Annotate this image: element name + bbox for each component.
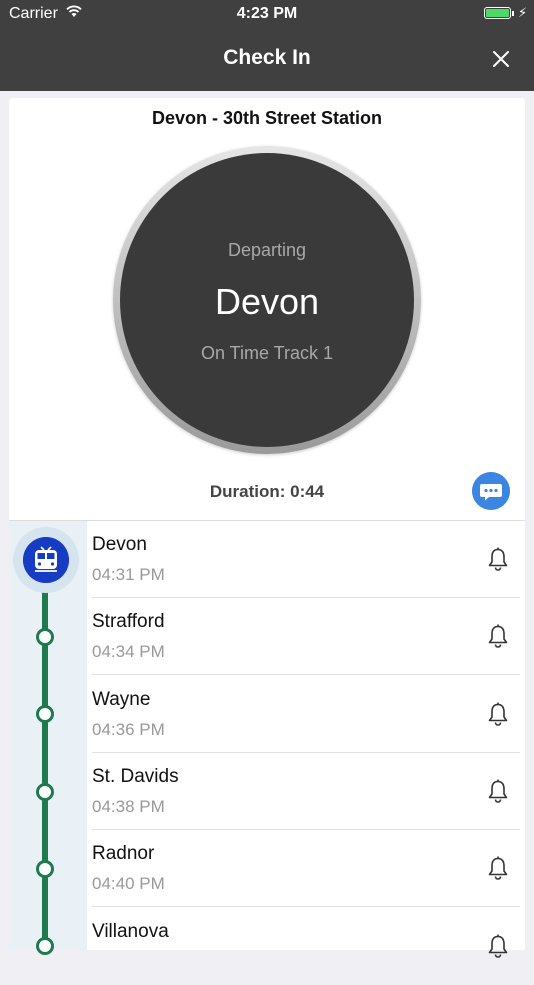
stop-row-st-davids[interactable]: St. Davids 04:38 PM	[92, 753, 520, 830]
stop-row-strafford[interactable]: Strafford 04:34 PM	[92, 598, 520, 675]
status-time: 4:23 PM	[236, 5, 298, 22]
train-icon	[23, 537, 69, 583]
stop-name: Villanova	[92, 921, 169, 942]
stop-time: 04:31 PM	[92, 565, 165, 584]
checkin-card: Devon - 30th Street Station Departing De…	[9, 98, 525, 958]
stop-name: Radnor	[92, 843, 155, 864]
stop-row-devon[interactable]: Devon 04:31 PM	[92, 521, 520, 598]
departing-station: Devon	[214, 281, 320, 322]
stop-name: Strafford	[92, 611, 165, 632]
departure-status-circle: Departing Devon On Time Track 1	[113, 146, 421, 454]
stop-name: St. Davids	[92, 766, 179, 787]
trip-title: Devon - 30th Street Station	[151, 108, 383, 128]
row-divider	[92, 906, 520, 907]
bell-icon[interactable]	[486, 855, 510, 881]
status-circle-face: Departing Devon On Time Track 1	[120, 153, 414, 447]
trip-duration: Duration: 0:44	[209, 482, 325, 501]
bell-icon[interactable]	[486, 933, 510, 959]
charging-icon: ⚡	[518, 5, 528, 20]
stop-row-wayne[interactable]: Wayne 04:36 PM	[92, 676, 520, 753]
stop-time: 04:34 PM	[92, 642, 165, 661]
bell-icon[interactable]	[486, 778, 510, 804]
nav-bar: Carrier 4:23 PM ⚡ Check In	[0, 0, 534, 91]
bell-icon[interactable]	[486, 546, 510, 572]
battery-cap	[512, 11, 514, 16]
row-divider	[92, 674, 520, 675]
page-title: Check In	[223, 46, 311, 69]
track-status: On Time Track 1	[200, 343, 334, 363]
stop-time: 04:36 PM	[92, 720, 165, 739]
bell-icon[interactable]	[486, 701, 510, 727]
close-icon[interactable]	[486, 44, 516, 74]
route-line	[42, 564, 48, 950]
stop-name: Devon	[92, 534, 147, 555]
stop-time: 04:40 PM	[92, 874, 165, 893]
departing-label: Departing	[227, 240, 307, 260]
stop-row-villanova[interactable]: Villanova	[92, 908, 520, 985]
status-bar: Carrier 4:23 PM ⚡	[0, 0, 534, 28]
stop-row-radnor[interactable]: Radnor 04:40 PM	[92, 830, 520, 907]
battery-icon	[484, 7, 511, 19]
stop-name: Wayne	[92, 689, 151, 710]
stop-node	[36, 937, 54, 955]
bell-icon[interactable]	[486, 623, 510, 649]
stop-node	[36, 783, 54, 801]
chat-bubble-icon[interactable]	[472, 472, 510, 510]
stop-node	[36, 628, 54, 646]
stop-node	[36, 860, 54, 878]
stop-time: 04:38 PM	[92, 797, 165, 816]
stop-node	[36, 705, 54, 723]
